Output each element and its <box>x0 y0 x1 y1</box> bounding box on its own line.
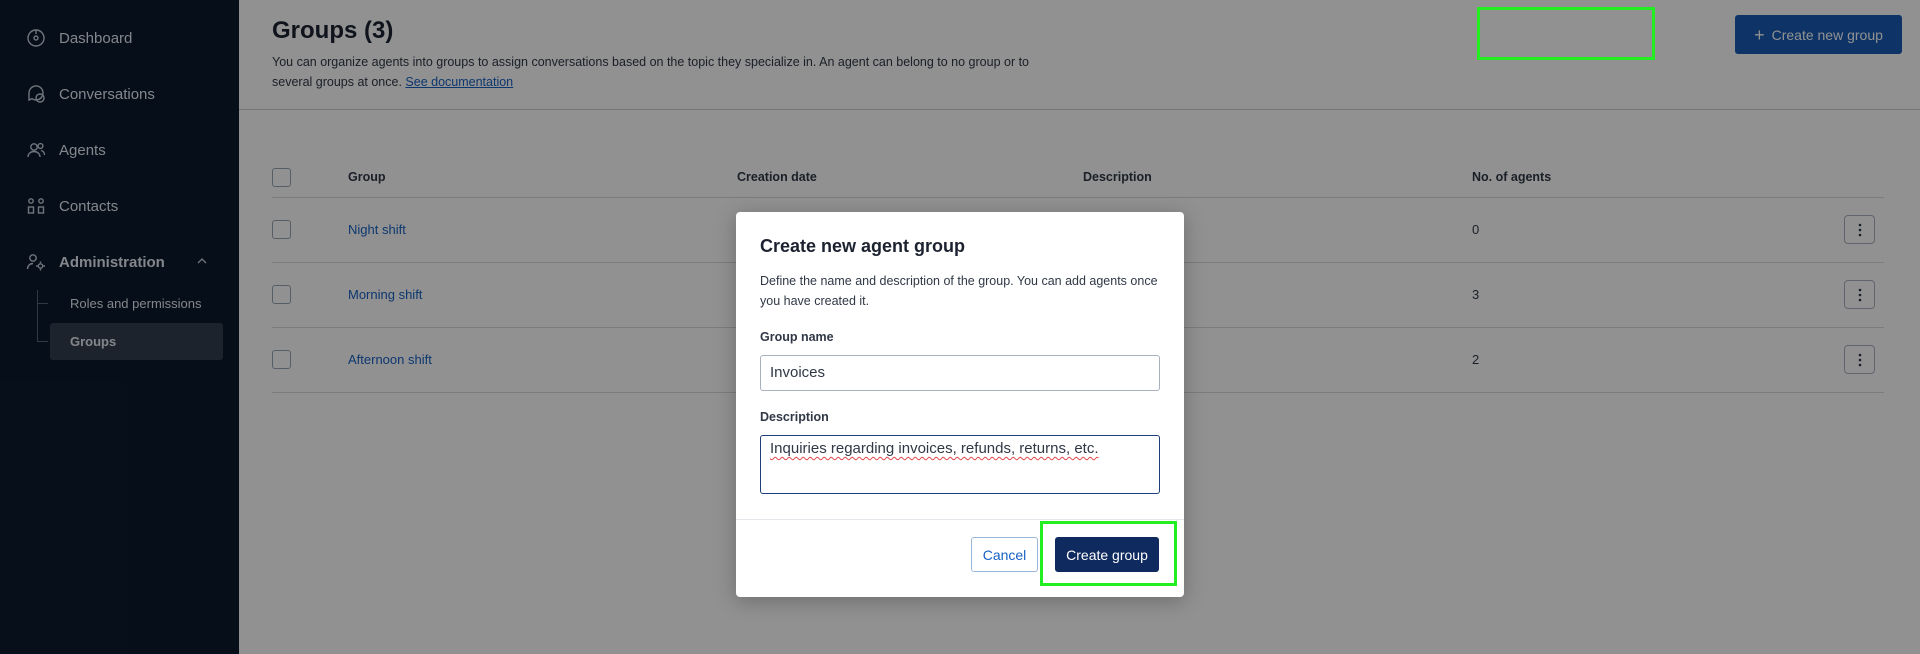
modal-title: Create new agent group <box>760 236 966 256</box>
group-name-input[interactable]: Invoices <box>760 355 1160 391</box>
description-label: Description <box>760 410 829 424</box>
description-textarea[interactable]: Inquiries regarding invoices, refunds, r… <box>760 435 1160 494</box>
cancel-button[interactable]: Cancel <box>971 537 1038 572</box>
group-name-label: Group name <box>760 330 834 344</box>
highlight-box <box>1040 521 1177 586</box>
modal-footer-divider <box>736 519 1184 520</box>
modal-description: Define the name and description of the g… <box>760 274 1158 308</box>
highlight-box <box>1477 7 1655 60</box>
